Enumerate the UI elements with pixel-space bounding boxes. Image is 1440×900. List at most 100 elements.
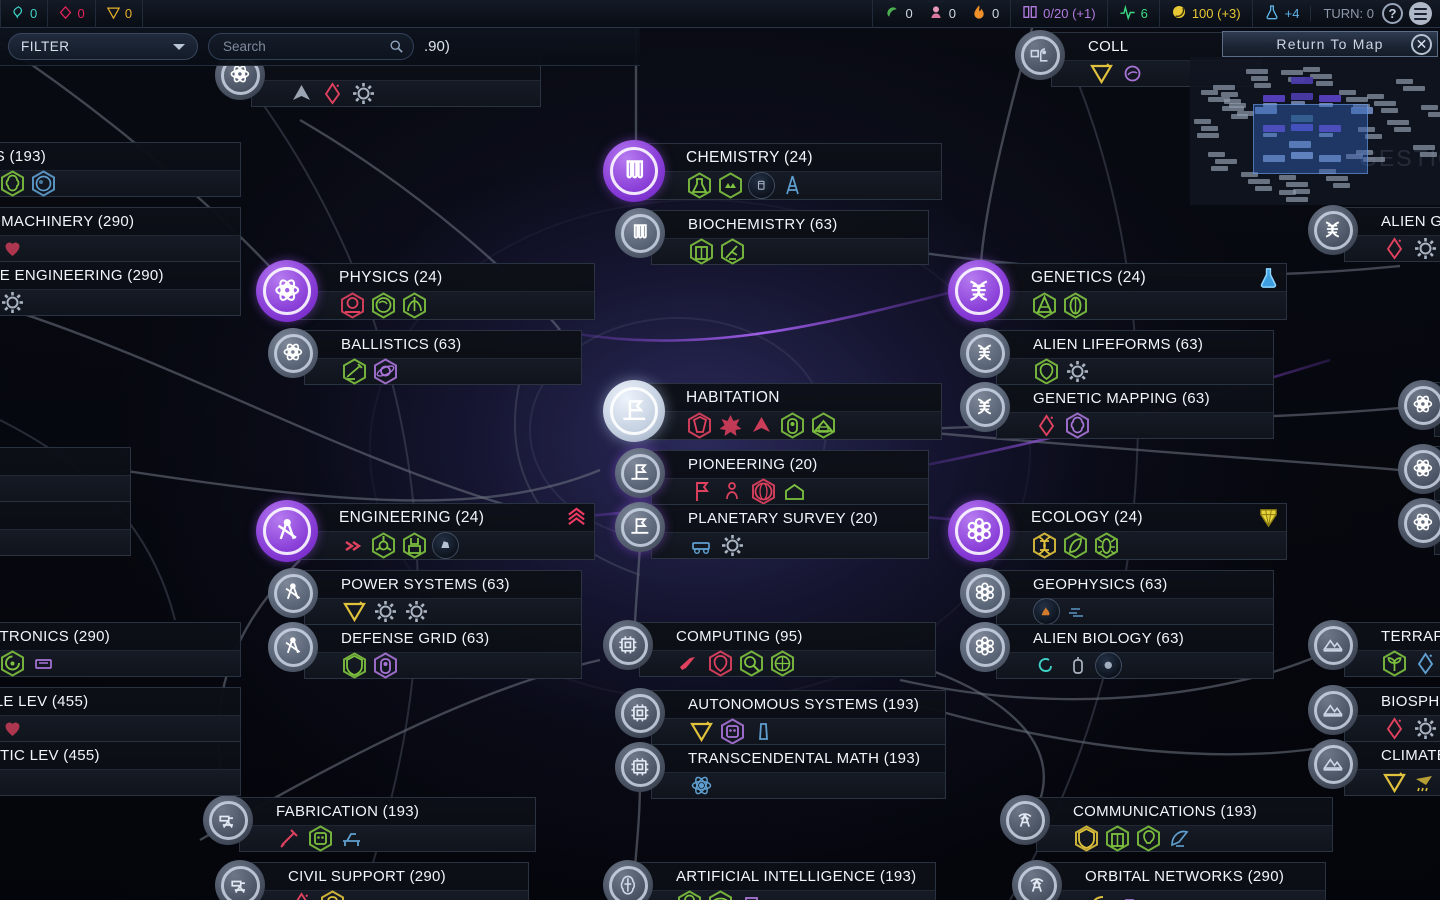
health-indicator[interactable]: 6 [1106, 0, 1159, 28]
unlock-robot-green-icon[interactable] [307, 825, 334, 852]
unlock-firaxite-yellow-icon[interactable] [1381, 769, 1408, 796]
unlock-gear-grey-icon[interactable] [719, 532, 746, 559]
tech-node-card[interactable]: ALIEN GEN [1344, 207, 1440, 262]
tech-node-card[interactable]: POWER SYSTEMS (63) [304, 570, 582, 625]
unlock-crystal-blue-icon[interactable] [1412, 650, 1439, 677]
tech-node-card[interactable]: CHATRONICS (290) [0, 622, 241, 677]
unlock-dish-blue-icon[interactable] [1166, 825, 1193, 852]
tech-node-card[interactable]: GEOPHYSICS (63) [996, 570, 1274, 625]
unlock-firaxite-yellow-icon[interactable] [688, 718, 715, 745]
unlock-canister-orb-icon[interactable] [748, 172, 775, 199]
resource-crystal[interactable]: 0 [48, 0, 96, 28]
tech-node-card[interactable]: S (193) [0, 501, 131, 556]
tech-node-card[interactable]: TICS (193) [0, 447, 131, 502]
unlock-bench-blue-icon[interactable] [338, 825, 365, 852]
unlock-tower-green-icon[interactable] [779, 412, 806, 439]
unlock-ship-red-icon[interactable] [748, 412, 775, 439]
tech-node-card[interactable]: PIONEERING (20) [651, 450, 929, 505]
unlock-stone-orb-icon[interactable] [432, 532, 459, 559]
tech-node-card[interactable]: SSUE ENGINEERING (290) [0, 261, 241, 316]
menu-button[interactable] [1409, 2, 1432, 25]
unlock-depot-green-icon[interactable] [781, 478, 808, 505]
unlock-leaf-green-icon[interactable] [1062, 532, 1089, 559]
unlock-shield-green-icon[interactable] [341, 652, 368, 679]
unlock-crystal-red-icon[interactable] [319, 80, 346, 107]
unlock-device-purple-icon[interactable] [30, 650, 57, 677]
unlock-ship-grey-icon[interactable] [288, 80, 315, 107]
unlock-gear-grey-icon[interactable] [403, 598, 430, 625]
tech-node-card[interactable]: AUTONOMOUS SYSTEMS (193) [651, 690, 946, 745]
unlock-alien-hand-green-icon[interactable] [1033, 358, 1060, 385]
unlock-crystal-red-icon[interactable] [1381, 715, 1408, 742]
unlock-building-green-icon[interactable] [688, 238, 715, 265]
unlock-gear-grey-icon[interactable] [1064, 358, 1091, 385]
unlock-rover-blue-icon[interactable] [688, 532, 715, 559]
unlock-explosion-red-icon[interactable] [717, 412, 744, 439]
tech-node-card[interactable]: ALIEN LIFEFORMS (63) [996, 330, 1274, 385]
unlock-cloud-orb-icon[interactable] [1095, 652, 1122, 679]
unlock-organ-red-icon[interactable] [0, 235, 26, 262]
unlock-helmet-green-icon[interactable] [370, 292, 397, 319]
return-to-map-button[interactable]: Return To Map ✕ [1222, 31, 1438, 57]
unlock-gear-grey-icon[interactable] [372, 598, 399, 625]
unlock-crystal-red-icon[interactable] [1381, 235, 1408, 262]
close-icon[interactable]: ✕ [1411, 34, 1432, 55]
resource-firaxite[interactable]: 0 [96, 0, 144, 28]
unlock-sat-purple-icon[interactable] [1116, 890, 1143, 900]
unlock-dna-yellow-icon[interactable] [1031, 532, 1058, 559]
tech-node-card[interactable]: TERRAFOR [1344, 622, 1440, 677]
unlock-monolith-blue-icon[interactable] [750, 718, 777, 745]
unlock-drill-red-icon[interactable] [276, 825, 303, 852]
tech-node-card[interactable]: ENGINEERING (24) [298, 503, 595, 560]
unlock-magma-orb-icon[interactable] [1033, 598, 1060, 625]
unlock-crystal-red-icon[interactable] [1033, 412, 1060, 439]
tech-node-card[interactable]: COMPUTING (95) [639, 622, 936, 677]
tech-node-card[interactable]: GENETIC MAPPING (63) [996, 384, 1274, 439]
tech-node-card[interactable]: CLIMATE C [1344, 741, 1440, 796]
unlock-recycle-green-icon[interactable] [717, 172, 744, 199]
tech-node-card[interactable]: PHYSICS (24) [298, 263, 595, 320]
tech-node-card[interactable]: BALLISTICS (63) [304, 330, 582, 385]
unlock-cannon-green-icon[interactable] [341, 358, 368, 385]
unlock-antenna-green-icon[interactable] [401, 292, 428, 319]
tech-node-card[interactable]: NICS (193) [0, 142, 241, 197]
unlock-globe-red-icon[interactable] [750, 478, 777, 505]
unlock-crystal-red-icon[interactable] [288, 890, 315, 900]
yield-population[interactable]: 0 [924, 0, 967, 28]
tech-node-card[interactable]: BIOCHEMISTRY (63) [651, 210, 929, 265]
unlock-reactor-green-icon[interactable] [370, 532, 397, 559]
unlock-outpost-green-icon[interactable] [810, 412, 837, 439]
filter-dropdown[interactable]: FILTER [8, 33, 198, 60]
unlock-flask-green-icon[interactable] [686, 172, 713, 199]
unlock-soldier-red-icon[interactable] [686, 412, 713, 439]
yield-production[interactable]: 0 [967, 0, 1010, 28]
tech-node-card[interactable]: BIOSPHER [1344, 687, 1440, 742]
culture-indicator[interactable]: 0/20 (+1) [1010, 0, 1106, 28]
unlock-spiral-teal-icon[interactable] [1033, 652, 1060, 679]
unlock-storm-yellow-icon[interactable] [1412, 769, 1439, 796]
tech-node-card[interactable]: RVOMACHINERY (290) [0, 207, 241, 262]
energy-indicator[interactable]: 100 (+3) [1158, 0, 1252, 28]
unlock-telescope-green-icon[interactable] [719, 238, 746, 265]
unlock-gear-grey-icon[interactable] [350, 80, 377, 107]
unlock-swirl-green-icon[interactable] [0, 650, 26, 677]
unlock-worker-red-icon[interactable] [719, 478, 746, 505]
unlock-pod-green-icon[interactable] [1062, 292, 1089, 319]
unlock-firaxite-yellow-icon[interactable] [1088, 60, 1115, 87]
tech-node-card[interactable]: DEFENSE GRID (63) [304, 624, 582, 679]
science-indicator[interactable]: +4 [1251, 0, 1311, 28]
tech-node-card[interactable]: ALIEN BIOLOGY (63) [996, 624, 1274, 679]
unlock-gear-grey-icon[interactable] [1412, 715, 1439, 742]
tech-node-card[interactable]: LLISTIC LEV (455) [0, 741, 241, 796]
unlock-lab-green-icon[interactable] [1031, 292, 1058, 319]
unlock-tower-yellow-icon[interactable] [319, 890, 346, 900]
unlock-shield-yellow-icon[interactable] [1073, 825, 1100, 852]
tech-node-card[interactable]: ARTIFICIAL INTELLIGENCE (193) [639, 862, 936, 900]
unlock-chip-purple-icon[interactable] [738, 890, 765, 900]
unlock-eye-green-icon[interactable] [707, 890, 734, 900]
minimap-viewport-rect[interactable] [1253, 104, 1368, 174]
unlock-gear-grey-icon[interactable] [1412, 235, 1439, 262]
unlock-orbital-purple-icon[interactable] [372, 358, 399, 385]
tech-node-card[interactable]: ECOLOGY (24) [990, 503, 1287, 560]
unlock-mist-blue-icon[interactable] [1064, 598, 1091, 625]
